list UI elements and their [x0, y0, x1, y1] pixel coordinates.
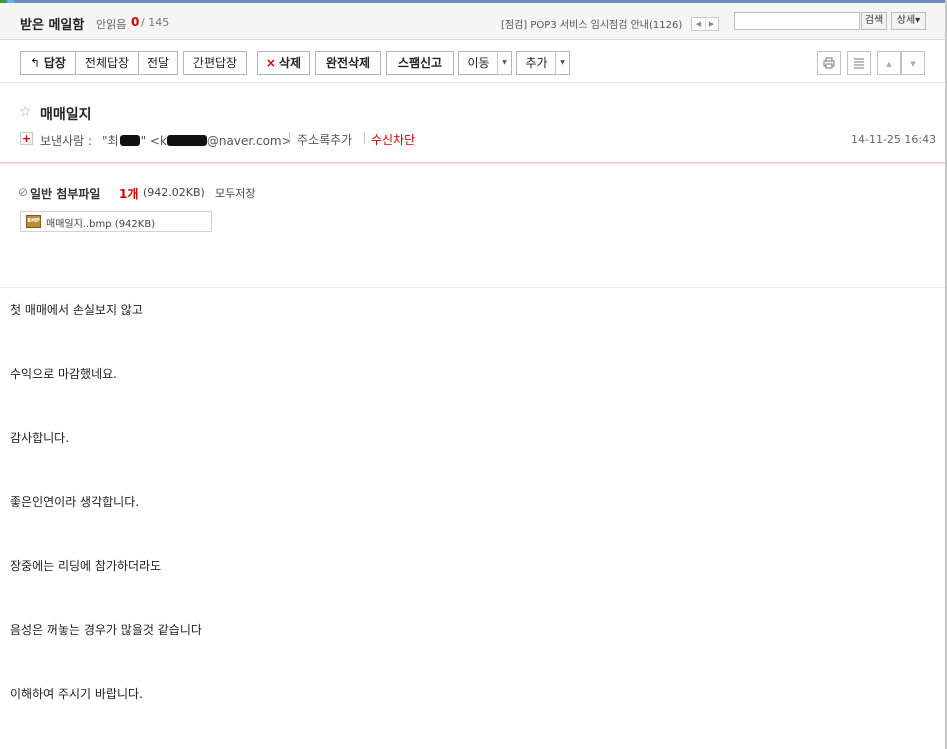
search-input[interactable]: [734, 12, 860, 30]
vip-plus-icon[interactable]: +: [20, 132, 33, 145]
redacted-email: [166, 135, 207, 146]
add-contact-link[interactable]: 주소록추가: [297, 131, 352, 148]
print-button[interactable]: [817, 51, 841, 75]
mailbox-title[interactable]: 받은 메일함: [20, 14, 84, 33]
total-count: / 145: [141, 16, 170, 29]
reply-arrow-icon: ↰: [30, 56, 41, 70]
unread-count[interactable]: 0: [131, 15, 139, 29]
chevron-down-icon: ▼: [910, 60, 916, 68]
report-spam-label: 스팸신고: [397, 56, 443, 70]
delete-button[interactable]: × 삭제: [257, 51, 310, 75]
reply-all-button[interactable]: 전체답장: [75, 51, 139, 75]
delete-permanent-label: 완전삭제: [325, 56, 371, 70]
move-dropdown[interactable]: 이동 ▼: [458, 51, 512, 75]
star-icon[interactable]: ☆: [19, 104, 32, 120]
body-line: 수익으로 마감했네요.: [10, 367, 117, 381]
paperclip-icon: ⊘: [18, 185, 29, 199]
redacted-name: [119, 135, 140, 146]
more-dropdown[interactable]: 추가 ▼: [516, 51, 570, 75]
notice-pager: ◀ ▶: [691, 17, 719, 31]
list-view-button[interactable]: [847, 51, 871, 75]
unread-label[interactable]: 안읽음: [96, 16, 126, 32]
divider: [364, 132, 365, 144]
block-sender-link[interactable]: 수신차단: [371, 131, 415, 148]
mail-toolbar: ↰ 답장 전체답장 전달 간편답장 × 삭제 완전삭제 스팸신고 이동 ▼ 추가 …: [0, 40, 945, 83]
attachment-file[interactable]: BMP 매매일지..bmp (942KB): [20, 211, 212, 232]
sender-email-domain: @naver.com>: [206, 134, 292, 148]
move-label: 이동: [467, 56, 490, 70]
attachment-divider: [0, 287, 945, 288]
mail-subject: 매매일지: [40, 107, 92, 123]
body-line: 음성은 꺼놓는 경우가 많을것 같습니다: [10, 623, 202, 637]
sender-address[interactable]: "최 " <k @naver.com>: [102, 132, 292, 149]
header-divider: [0, 162, 945, 164]
attachment-file-label: 매매일지..bmp (942KB): [46, 215, 155, 230]
sender-name-suffix: " <k: [140, 134, 167, 148]
more-label: 추가: [525, 56, 548, 70]
attachment-file-name: 매매일지..bmp: [46, 219, 112, 230]
attachment-count: 1개: [119, 187, 139, 201]
chevron-down-icon[interactable]: ▼: [555, 52, 569, 74]
reply-button[interactable]: ↰ 답장: [20, 51, 76, 75]
detail-search-button[interactable]: 상세▾: [891, 12, 926, 30]
body-line: 좋은인연이라 생각합니다.: [10, 495, 140, 509]
report-spam-button[interactable]: 스팸신고: [386, 51, 454, 75]
chevron-down-icon[interactable]: ▼: [497, 52, 511, 74]
body-line: 장중에는 리딩에 참가하더라도: [10, 559, 162, 573]
search-button[interactable]: 검색: [861, 12, 887, 30]
reply-button-label: 답장: [43, 56, 66, 70]
quick-reply-button[interactable]: 간편답장: [183, 51, 247, 75]
mail-date: 14-11-25 16:43: [851, 133, 937, 146]
bmp-file-icon: BMP: [26, 215, 41, 228]
sender-name-prefix: "최: [102, 134, 119, 148]
body-line: 첫 매매에서 손실보지 않고: [10, 303, 143, 317]
save-all-link[interactable]: 모두저장: [215, 185, 255, 201]
body-line: 이해하여 주시기 바랍니다.: [10, 687, 143, 701]
delete-permanent-button[interactable]: 완전삭제: [315, 51, 381, 75]
forward-button[interactable]: 전달: [138, 51, 178, 75]
chevron-up-icon: ▲: [886, 60, 892, 68]
next-mail-button[interactable]: ▼: [901, 51, 925, 75]
attachment-title: 일반 첨부파일: [30, 187, 101, 201]
mail-topbar: 받은 메일함 안읽음 0 / 145 [점검] POP3 서비스 임시점검 안내…: [0, 3, 945, 40]
delete-button-label: 삭제: [278, 56, 302, 70]
attachment-total-size: (942.02KB): [143, 186, 205, 199]
pager-next-icon[interactable]: ▶: [705, 18, 718, 30]
prev-mail-button[interactable]: ▲: [877, 51, 901, 75]
body-line: 감사합니다.: [10, 431, 70, 445]
attachment-file-size: (942KB): [114, 219, 156, 230]
divider: [289, 132, 290, 144]
notice-link[interactable]: [점검] POP3 서비스 임시점검 안내(1126): [501, 16, 683, 31]
pager-prev-icon[interactable]: ◀: [692, 18, 706, 30]
delete-x-icon: ×: [265, 56, 276, 70]
list-icon: [854, 58, 864, 69]
sender-label: 보낸사람 :: [40, 134, 93, 148]
print-icon: [823, 57, 835, 69]
